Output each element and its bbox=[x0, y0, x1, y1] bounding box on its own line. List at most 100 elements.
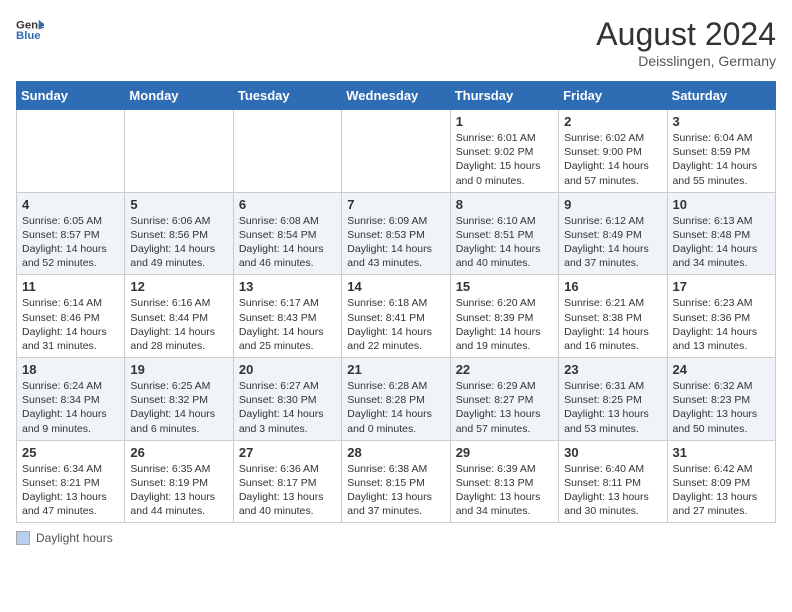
legend: Daylight hours bbox=[16, 531, 776, 545]
calendar-cell: 5 Sunrise: 6:06 AM Sunset: 8:56 PM Daylig… bbox=[125, 192, 233, 275]
location-subtitle: Deisslingen, Germany bbox=[596, 53, 776, 69]
calendar-cell: 16 Sunrise: 6:21 AM Sunset: 8:38 PM Dayli… bbox=[559, 275, 667, 358]
day-number: 25 bbox=[22, 445, 119, 460]
svg-text:Blue: Blue bbox=[16, 30, 41, 42]
day-number: 5 bbox=[130, 197, 227, 212]
calendar-cell: 28 Sunrise: 6:38 AM Sunset: 8:15 PM Dayli… bbox=[342, 440, 450, 523]
legend-box bbox=[16, 531, 30, 545]
day-number: 23 bbox=[564, 362, 661, 377]
day-number: 8 bbox=[456, 197, 553, 212]
day-info: Sunrise: 6:13 AM Sunset: 8:48 PM Dayligh… bbox=[673, 214, 770, 271]
calendar-cell bbox=[125, 110, 233, 193]
day-info: Sunrise: 6:27 AM Sunset: 8:30 PM Dayligh… bbox=[239, 379, 336, 436]
day-number: 27 bbox=[239, 445, 336, 460]
day-info: Sunrise: 6:02 AM Sunset: 9:00 PM Dayligh… bbox=[564, 131, 661, 188]
calendar-cell: 3 Sunrise: 6:04 AM Sunset: 8:59 PM Daylig… bbox=[667, 110, 775, 193]
col-header-monday: Monday bbox=[125, 82, 233, 110]
day-number: 19 bbox=[130, 362, 227, 377]
calendar-cell: 31Sunrise: 6:42 AM Sunset: 8:09 PM Dayli… bbox=[667, 440, 775, 523]
day-info: Sunrise: 6:08 AM Sunset: 8:54 PM Dayligh… bbox=[239, 214, 336, 271]
day-info: Sunrise: 6:36 AM Sunset: 8:17 PM Dayligh… bbox=[239, 462, 336, 519]
day-number: 18 bbox=[22, 362, 119, 377]
legend-label: Daylight hours bbox=[36, 531, 113, 545]
calendar-cell: 14Sunrise: 6:18 AM Sunset: 8:41 PM Dayli… bbox=[342, 275, 450, 358]
page-header: General Blue August 2024 Deisslingen, Ge… bbox=[16, 16, 776, 69]
calendar-cell: 30Sunrise: 6:40 AM Sunset: 8:11 PM Dayli… bbox=[559, 440, 667, 523]
day-info: Sunrise: 6:21 AM Sunset: 8:38 PM Dayligh… bbox=[564, 296, 661, 353]
calendar-cell: 13Sunrise: 6:17 AM Sunset: 8:43 PM Dayli… bbox=[233, 275, 341, 358]
day-info: Sunrise: 6:35 AM Sunset: 8:19 PM Dayligh… bbox=[130, 462, 227, 519]
day-number: 9 bbox=[564, 197, 661, 212]
calendar-cell: 12 Sunrise: 6:16 AM Sunset: 8:44 PM Dayli… bbox=[125, 275, 233, 358]
calendar-week-row: 1Sunrise: 6:01 AM Sunset: 9:02 PM Daylig… bbox=[17, 110, 776, 193]
day-info: Sunrise: 6:16 AM Sunset: 8:44 PM Dayligh… bbox=[130, 296, 227, 353]
day-info: Sunrise: 6:23 AM Sunset: 8:36 PM Dayligh… bbox=[673, 296, 770, 353]
col-header-thursday: Thursday bbox=[450, 82, 558, 110]
col-header-friday: Friday bbox=[559, 82, 667, 110]
calendar-cell bbox=[342, 110, 450, 193]
calendar-cell: 23 Sunrise: 6:31 AM Sunset: 8:25 PM Dayli… bbox=[559, 358, 667, 441]
day-info: Sunrise: 6:12 AM Sunset: 8:49 PM Dayligh… bbox=[564, 214, 661, 271]
calendar-cell: 24 Sunrise: 6:32 AM Sunset: 8:23 PM Dayli… bbox=[667, 358, 775, 441]
day-info: Sunrise: 6:04 AM Sunset: 8:59 PM Dayligh… bbox=[673, 131, 770, 188]
logo: General Blue bbox=[16, 16, 44, 44]
month-year-title: August 2024 bbox=[596, 16, 776, 53]
calendar-cell: 15Sunrise: 6:20 AM Sunset: 8:39 PM Dayli… bbox=[450, 275, 558, 358]
day-info: Sunrise: 6:28 AM Sunset: 8:28 PM Dayligh… bbox=[347, 379, 444, 436]
day-number: 16 bbox=[564, 279, 661, 294]
day-number: 2 bbox=[564, 114, 661, 129]
calendar-cell: 21 Sunrise: 6:28 AM Sunset: 8:28 PM Dayli… bbox=[342, 358, 450, 441]
calendar-cell: 2 Sunrise: 6:02 AM Sunset: 9:00 PM Daylig… bbox=[559, 110, 667, 193]
day-info: Sunrise: 6:09 AM Sunset: 8:53 PM Dayligh… bbox=[347, 214, 444, 271]
day-info: Sunrise: 6:24 AM Sunset: 8:34 PM Dayligh… bbox=[22, 379, 119, 436]
day-info: Sunrise: 6:25 AM Sunset: 8:32 PM Dayligh… bbox=[130, 379, 227, 436]
day-number: 1 bbox=[456, 114, 553, 129]
day-number: 10 bbox=[673, 197, 770, 212]
day-info: Sunrise: 6:39 AM Sunset: 8:13 PM Dayligh… bbox=[456, 462, 553, 519]
day-number: 29 bbox=[456, 445, 553, 460]
calendar-table: SundayMondayTuesdayWednesdayThursdayFrid… bbox=[16, 81, 776, 523]
day-number: 21 bbox=[347, 362, 444, 377]
col-header-tuesday: Tuesday bbox=[233, 82, 341, 110]
calendar-cell: 26 Sunrise: 6:35 AM Sunset: 8:19 PM Dayli… bbox=[125, 440, 233, 523]
day-number: 3 bbox=[673, 114, 770, 129]
calendar-week-row: 18 Sunrise: 6:24 AM Sunset: 8:34 PM Dayli… bbox=[17, 358, 776, 441]
logo-icon: General Blue bbox=[16, 16, 44, 44]
calendar-week-row: 4Sunrise: 6:05 AM Sunset: 8:57 PM Daylig… bbox=[17, 192, 776, 275]
day-info: Sunrise: 6:29 AM Sunset: 8:27 PM Dayligh… bbox=[456, 379, 553, 436]
day-info: Sunrise: 6:06 AM Sunset: 8:56 PM Dayligh… bbox=[130, 214, 227, 271]
day-number: 26 bbox=[130, 445, 227, 460]
calendar-cell: 8Sunrise: 6:10 AM Sunset: 8:51 PM Daylig… bbox=[450, 192, 558, 275]
calendar-cell: 9 Sunrise: 6:12 AM Sunset: 8:49 PM Daylig… bbox=[559, 192, 667, 275]
calendar-cell bbox=[17, 110, 125, 193]
calendar-cell: 17 Sunrise: 6:23 AM Sunset: 8:36 PM Dayli… bbox=[667, 275, 775, 358]
day-info: Sunrise: 6:32 AM Sunset: 8:23 PM Dayligh… bbox=[673, 379, 770, 436]
calendar-cell: 10 Sunrise: 6:13 AM Sunset: 8:48 PM Dayli… bbox=[667, 192, 775, 275]
day-number: 12 bbox=[130, 279, 227, 294]
calendar-cell: 25 Sunrise: 6:34 AM Sunset: 8:21 PM Dayli… bbox=[17, 440, 125, 523]
calendar-cell: 7 Sunrise: 6:09 AM Sunset: 8:53 PM Daylig… bbox=[342, 192, 450, 275]
day-number: 22 bbox=[456, 362, 553, 377]
day-info: Sunrise: 6:17 AM Sunset: 8:43 PM Dayligh… bbox=[239, 296, 336, 353]
calendar-cell: 29 Sunrise: 6:39 AM Sunset: 8:13 PM Dayli… bbox=[450, 440, 558, 523]
day-number: 7 bbox=[347, 197, 444, 212]
day-info: Sunrise: 6:31 AM Sunset: 8:25 PM Dayligh… bbox=[564, 379, 661, 436]
calendar-week-row: 25 Sunrise: 6:34 AM Sunset: 8:21 PM Dayli… bbox=[17, 440, 776, 523]
calendar-cell bbox=[233, 110, 341, 193]
day-number: 11 bbox=[22, 279, 119, 294]
day-info: Sunrise: 6:38 AM Sunset: 8:15 PM Dayligh… bbox=[347, 462, 444, 519]
day-number: 28 bbox=[347, 445, 444, 460]
calendar-cell: 1Sunrise: 6:01 AM Sunset: 9:02 PM Daylig… bbox=[450, 110, 558, 193]
day-number: 24 bbox=[673, 362, 770, 377]
day-info: Sunrise: 6:18 AM Sunset: 8:41 PM Dayligh… bbox=[347, 296, 444, 353]
calendar-week-row: 11 Sunrise: 6:14 AM Sunset: 8:46 PM Dayli… bbox=[17, 275, 776, 358]
col-header-sunday: Sunday bbox=[17, 82, 125, 110]
title-area: August 2024 Deisslingen, Germany bbox=[596, 16, 776, 69]
day-number: 17 bbox=[673, 279, 770, 294]
calendar-cell: 27 Sunrise: 6:36 AM Sunset: 8:17 PM Dayli… bbox=[233, 440, 341, 523]
day-info: Sunrise: 6:14 AM Sunset: 8:46 PM Dayligh… bbox=[22, 296, 119, 353]
day-info: Sunrise: 6:34 AM Sunset: 8:21 PM Dayligh… bbox=[22, 462, 119, 519]
day-info: Sunrise: 6:42 AM Sunset: 8:09 PM Dayligh… bbox=[673, 462, 770, 519]
day-number: 20 bbox=[239, 362, 336, 377]
calendar-cell: 20 Sunrise: 6:27 AM Sunset: 8:30 PM Dayli… bbox=[233, 358, 341, 441]
